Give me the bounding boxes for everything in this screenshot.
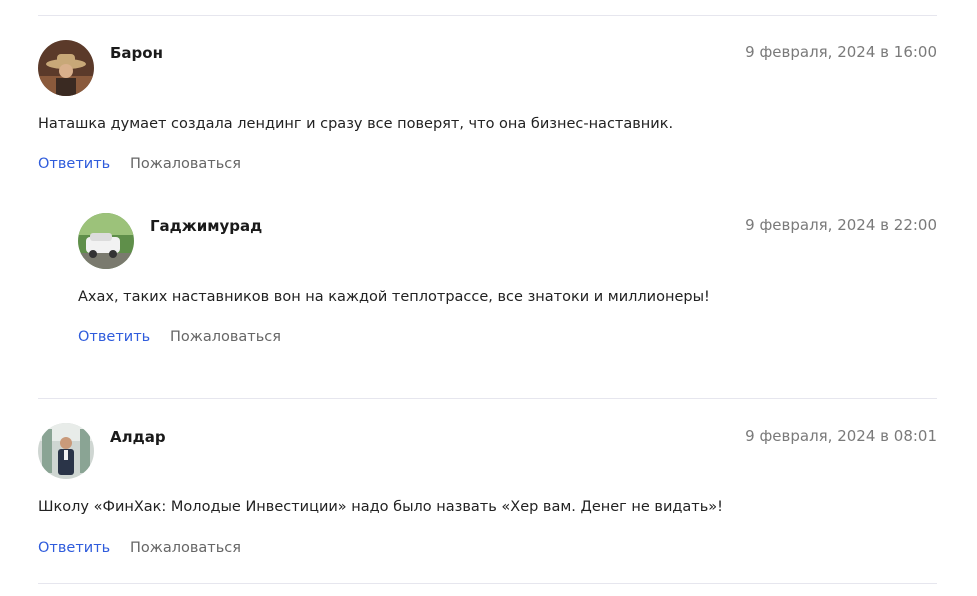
avatar: [38, 40, 94, 96]
comment-text: Наташка думает создала лендинг и сразу в…: [38, 116, 674, 132]
divider: [38, 398, 937, 399]
comment-date: 9 февраля, 2024 в 16:00: [745, 43, 937, 61]
reply-button[interactable]: Ответить: [38, 539, 110, 557]
comment-author: Алдар: [110, 428, 166, 446]
avatar: [38, 423, 94, 479]
reply-button[interactable]: Ответить: [38, 155, 110, 173]
divider: [38, 15, 937, 16]
avatar: [78, 213, 134, 269]
report-button[interactable]: Пожаловаться: [170, 328, 281, 346]
comment-text: Ахах, таких наставников вон на каждой те…: [78, 289, 710, 305]
report-button[interactable]: Пожаловаться: [130, 539, 241, 557]
report-button[interactable]: Пожаловаться: [130, 155, 241, 173]
comment-author: Барон: [110, 44, 163, 62]
comment-text: Школу «ФинХак: Молодые Инвестиции» надо …: [38, 499, 723, 515]
comment-date: 9 февраля, 2024 в 08:01: [745, 427, 937, 445]
comment-author: Гаджимурад: [150, 217, 263, 235]
reply-button[interactable]: Ответить: [78, 328, 150, 346]
comment-date: 9 февраля, 2024 в 22:00: [745, 216, 937, 234]
divider: [38, 583, 937, 584]
